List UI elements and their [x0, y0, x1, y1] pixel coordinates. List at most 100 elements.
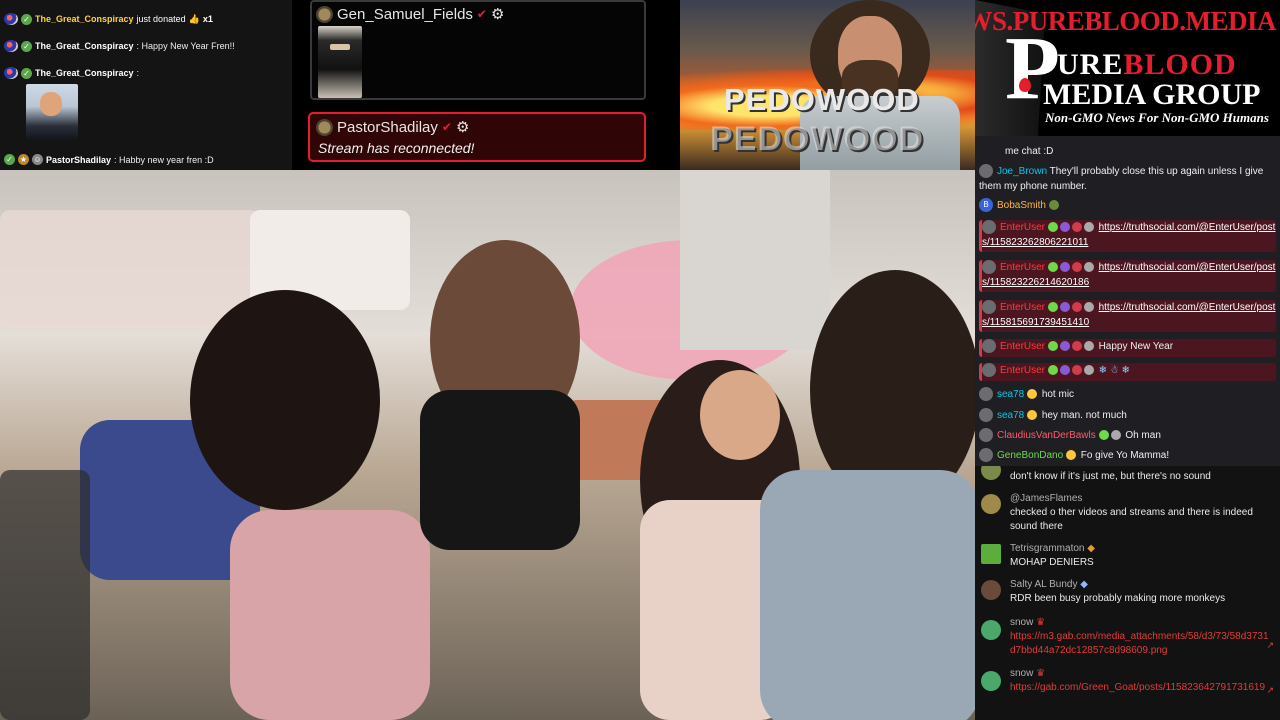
flag-icon — [4, 67, 18, 79]
reconnect-alert: PastorShadilay ✔ ⚙ Stream has reconnecte… — [308, 112, 646, 162]
chat-user[interactable]: sea78 — [997, 389, 1024, 400]
brand-pure: URE — [1057, 48, 1124, 81]
avatar — [979, 428, 993, 443]
badge-icon — [1083, 365, 1094, 376]
avatar — [982, 339, 996, 354]
chat-text: : Habby new year fren :D — [114, 154, 214, 165]
alert-username: Gen_Samuel_Fields — [337, 5, 473, 23]
external-link-icon[interactable]: ↗ — [1266, 685, 1274, 696]
badge-icon — [1059, 222, 1070, 233]
avatar — [981, 544, 1001, 564]
badge-icon — [1047, 365, 1058, 376]
chat-message: Joe_Brown They'll probably close this up… — [979, 164, 1276, 194]
chat-line: ✓ ★ ☺ PastorShadilay : Habby new year fr… — [4, 154, 214, 165]
badge-icon — [1083, 262, 1094, 273]
chat-user[interactable]: EnterUser — [1000, 262, 1045, 273]
badge-icon — [1110, 430, 1121, 441]
flag-icon — [4, 13, 18, 25]
face — [700, 370, 780, 460]
promo-thumbnail: PEDOWOOD PEDOWOOD — [680, 0, 975, 170]
chat-text: Happy New Year — [1098, 341, 1174, 352]
chat-user[interactable]: Salty AL Bundy — [1010, 579, 1077, 590]
alert-image — [318, 26, 362, 98]
alert-area: Gen_Samuel_Fields ✔ ⚙ PastorShadilay ✔ ⚙… — [292, 0, 680, 170]
badge-icon — [1047, 302, 1058, 313]
chat-user: PastorShadilay — [46, 154, 112, 165]
gab-badge-icon: ✓ — [4, 154, 15, 165]
chat-message-highlighted: EnterUser https://truthsocial.com/@Enter… — [979, 300, 1276, 332]
badge-icon — [1059, 365, 1070, 376]
chat-line: ✓ The_Great_Conspiracy : — [4, 67, 139, 79]
badge-icon — [1071, 365, 1082, 376]
verified-check-icon: ✔ — [476, 7, 487, 21]
chat-image-thumbnail[interactable] — [26, 84, 78, 140]
chat-user: The_Great_Conspiracy — [35, 41, 134, 51]
chat-user[interactable]: @JamesFlames — [1010, 492, 1272, 506]
promo-title: PEDOWOOD — [724, 82, 920, 117]
avatar — [316, 5, 333, 23]
badge-icon — [1071, 302, 1082, 313]
chat-link[interactable]: https://gab.com/Green_Goat/posts/1158236… — [1010, 681, 1272, 695]
reconnect-message: Stream has reconnected! — [318, 140, 475, 156]
badge-icon — [1098, 430, 1109, 441]
chat-user[interactable]: sea78 — [997, 410, 1024, 421]
donor-name: The_Great_Conspiracy — [35, 14, 134, 24]
tent — [0, 210, 260, 330]
chat-user[interactable]: snow — [1010, 617, 1033, 628]
fence — [0, 470, 90, 720]
chat-user[interactable]: EnterUser — [1000, 222, 1045, 233]
badge-icon — [1027, 410, 1038, 421]
brand-media-group: MEDIA GROUP — [1043, 78, 1261, 111]
chat-message-highlighted: EnterUser Happy New Year — [979, 339, 1276, 357]
chat-text: : Happy New Year Fren!! — [136, 41, 235, 51]
chat-panel-primary[interactable]: me chat :D Joe_Brown They'll probably cl… — [975, 136, 1280, 466]
avatar — [981, 671, 1001, 691]
chat-text: MOHAP DENIERS — [1010, 557, 1094, 568]
brand-name: UREBLOOD — [1057, 48, 1237, 82]
chat-link[interactable]: https://m3.gab.com/media_attachments/58/… — [1010, 630, 1272, 658]
chat-user[interactable]: Tetrisgrammaton — [1010, 543, 1084, 554]
badge-icon — [1059, 341, 1070, 352]
chat-user[interactable]: Joe_Brown — [997, 166, 1047, 177]
donation-text: just donated — [136, 14, 186, 24]
gear-icon[interactable]: ⚙ — [491, 5, 504, 23]
emote-icon: ☺ — [32, 154, 43, 165]
badge-icon — [1027, 389, 1038, 400]
chat-text: RDR been busy probably making more monke… — [1010, 593, 1226, 604]
chat-message: sea78 hot mic — [979, 387, 1276, 402]
chat-user[interactable]: EnterUser — [1000, 341, 1045, 352]
chat-user[interactable]: BobaSmith — [997, 200, 1046, 211]
avatar — [982, 363, 996, 378]
chat-user[interactable]: ClaudiusVanDerBawls — [997, 430, 1096, 441]
chat-text: hot mic — [1041, 389, 1075, 400]
avatar — [982, 220, 996, 235]
badge-icon: ◆ — [1087, 543, 1095, 554]
chat-message: me chat :D — [1005, 144, 1280, 159]
chat-message: GeneBonDano Fo give Yo Mamma! — [979, 448, 1276, 463]
external-link-icon[interactable]: ↗ — [1266, 640, 1274, 651]
avatar: B — [979, 198, 993, 213]
donation-amount: x1 — [202, 14, 213, 24]
chat-panel-secondary[interactable]: don't know if it's just me, but there's … — [975, 466, 1280, 720]
emblem-icon: ★ — [18, 154, 29, 165]
chat-user[interactable]: snow — [1010, 668, 1033, 679]
badge-icon — [1071, 341, 1082, 352]
blue-shirt — [760, 470, 975, 720]
avatar — [981, 620, 1001, 640]
chat-text: checked o ther videos and streams and th… — [1010, 507, 1253, 532]
chat-text: : — [136, 68, 140, 78]
avatar — [979, 448, 993, 463]
black-top — [420, 390, 580, 550]
gear-icon[interactable]: ⚙ — [456, 118, 469, 136]
badge-icon: ◆ — [1080, 579, 1088, 590]
chat-user[interactable]: EnterUser — [1000, 365, 1045, 376]
badge-icon — [1059, 302, 1070, 313]
badge-icon — [1047, 262, 1058, 273]
chat-user[interactable]: GeneBonDano — [997, 450, 1063, 461]
chat-user[interactable]: EnterUser — [1000, 302, 1045, 313]
chat-message: B BobaSmith — [979, 198, 1276, 213]
main-video[interactable] — [0, 170, 975, 720]
badge-icon — [1059, 262, 1070, 273]
chat-text: don't know if it's just me, but there's … — [1010, 471, 1211, 482]
avatar — [979, 387, 993, 402]
